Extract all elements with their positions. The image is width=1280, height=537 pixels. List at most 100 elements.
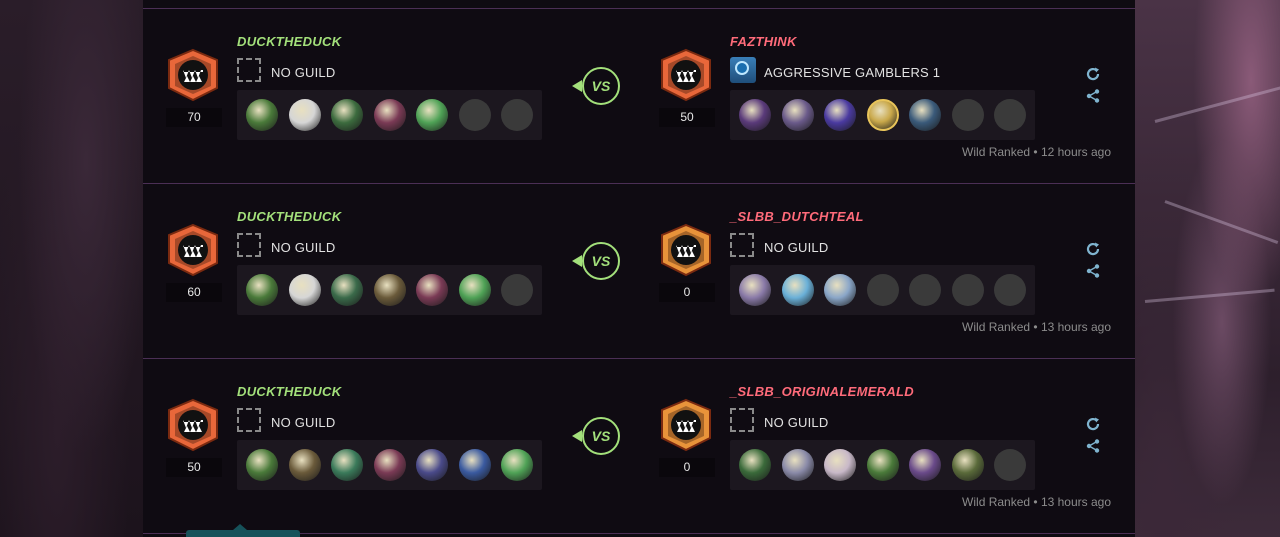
monster-card[interactable] — [781, 449, 814, 481]
battle-history-panel: 70 DUCKTHEDUCK NO GUILD VS 50 FAZTHINK AGGRESS… — [143, 0, 1135, 537]
empty-card-slot — [951, 274, 984, 306]
rank-badge-icon — [658, 48, 714, 102]
monster-card[interactable] — [288, 99, 321, 131]
opponent-team — [730, 440, 1035, 490]
monster-card[interactable] — [416, 449, 448, 481]
no-guild-icon — [730, 408, 754, 432]
monster-card[interactable] — [824, 274, 856, 306]
vs-label: VS — [591, 253, 611, 269]
opponent-team — [730, 90, 1035, 140]
empty-card-slot — [866, 274, 899, 306]
monster-card[interactable] — [458, 274, 491, 306]
opponent-rating: 0 — [659, 458, 715, 477]
empty-card-slot — [458, 99, 491, 131]
monster-card[interactable] — [866, 99, 899, 131]
opponent-name[interactable]: FAZTHINK — [730, 34, 797, 49]
player-rating: 60 — [166, 283, 222, 302]
opponent-name[interactable]: _SLBB_ORIGINALEMERALD — [730, 384, 914, 399]
monster-card[interactable] — [246, 99, 278, 131]
player-name[interactable]: DUCKTHEDUCK — [237, 384, 341, 399]
monster-card[interactable] — [416, 99, 448, 131]
no-guild-icon — [730, 233, 754, 257]
monster-card[interactable] — [331, 449, 363, 481]
battle-row: 60 DUCKTHEDUCK NO GUILD VS 0 _SLBB_DUTCHTEAL N… — [143, 184, 1135, 358]
player-team — [237, 265, 542, 315]
battle-meta: Wild Ranked • 12 hours ago — [962, 145, 1111, 159]
monster-card[interactable] — [373, 274, 406, 306]
player-guild: NO GUILD — [271, 240, 336, 255]
rank-badge-icon — [658, 223, 714, 277]
monster-card[interactable] — [458, 449, 491, 481]
empty-card-slot — [951, 99, 984, 131]
player-team — [237, 90, 542, 140]
vs-indicator: VS — [572, 416, 620, 456]
refresh-icon[interactable] — [1085, 66, 1101, 82]
background-right — [1135, 0, 1280, 537]
monster-card[interactable] — [373, 99, 406, 131]
rank-badge-icon — [165, 48, 221, 102]
monster-card[interactable] — [739, 99, 771, 131]
player-name[interactable]: DUCKTHEDUCK — [237, 209, 341, 224]
empty-card-slot — [994, 449, 1026, 481]
opponent-name[interactable]: _SLBB_DUTCHTEAL — [730, 209, 864, 224]
battle-row: 50 DUCKTHEDUCK NO GUILD VS 0 _SLBB_ORIGINALEM… — [143, 359, 1135, 533]
monster-card[interactable] — [416, 274, 448, 306]
monster-card[interactable] — [246, 449, 278, 481]
rank-badge-icon — [658, 398, 714, 452]
vs-label: VS — [591, 428, 611, 444]
player-team — [237, 440, 542, 490]
monster-card[interactable] — [951, 449, 984, 481]
rank-badge-icon — [165, 223, 221, 277]
player-rating: 70 — [166, 108, 222, 127]
player-guild: NO GUILD — [271, 415, 336, 430]
monster-card[interactable] — [781, 274, 814, 306]
opponent-guild[interactable]: AGGRESSIVE GAMBLERS 1 — [764, 65, 940, 80]
empty-card-slot — [501, 274, 533, 306]
monster-card[interactable] — [781, 99, 814, 131]
rank-badge-icon — [165, 398, 221, 452]
no-guild-icon — [237, 233, 261, 257]
empty-card-slot — [501, 99, 533, 131]
guild-banner-icon — [730, 57, 756, 83]
monster-card[interactable] — [824, 99, 856, 131]
opponent-rating: 50 — [659, 108, 715, 127]
monster-card[interactable] — [288, 274, 321, 306]
vs-label: VS — [591, 78, 611, 94]
monster-card[interactable] — [288, 449, 321, 481]
player-name[interactable]: DUCKTHEDUCK — [237, 34, 341, 49]
no-guild-icon — [237, 58, 261, 82]
empty-card-slot — [909, 274, 941, 306]
share-icon[interactable] — [1085, 263, 1101, 279]
vs-indicator: VS — [572, 66, 620, 106]
player-rating: 50 — [166, 458, 222, 477]
refresh-icon[interactable] — [1085, 416, 1101, 432]
monster-card[interactable] — [909, 449, 941, 481]
monster-card[interactable] — [824, 449, 856, 481]
monster-card[interactable] — [866, 449, 899, 481]
opponent-guild: NO GUILD — [764, 240, 829, 255]
monster-card[interactable] — [501, 449, 533, 481]
active-tab-indicator — [186, 524, 300, 537]
opponent-guild: NO GUILD — [764, 415, 829, 430]
empty-card-slot — [994, 99, 1026, 131]
share-icon[interactable] — [1085, 438, 1101, 454]
background-left — [0, 0, 143, 537]
no-guild-icon — [237, 408, 261, 432]
monster-card[interactable] — [909, 99, 941, 131]
monster-card[interactable] — [246, 274, 278, 306]
battle-meta: Wild Ranked • 13 hours ago — [962, 495, 1111, 509]
opponent-rating: 0 — [659, 283, 715, 302]
vs-indicator: VS — [572, 241, 620, 281]
player-guild: NO GUILD — [271, 65, 336, 80]
opponent-team — [730, 265, 1035, 315]
monster-card[interactable] — [739, 274, 771, 306]
refresh-icon[interactable] — [1085, 241, 1101, 257]
battle-row: 70 DUCKTHEDUCK NO GUILD VS 50 FAZTHINK AGGRESS… — [143, 9, 1135, 183]
monster-card[interactable] — [739, 449, 771, 481]
share-icon[interactable] — [1085, 88, 1101, 104]
monster-card[interactable] — [373, 449, 406, 481]
monster-card[interactable] — [331, 99, 363, 131]
empty-card-slot — [994, 274, 1026, 306]
monster-card[interactable] — [331, 274, 363, 306]
battle-meta: Wild Ranked • 13 hours ago — [962, 320, 1111, 334]
